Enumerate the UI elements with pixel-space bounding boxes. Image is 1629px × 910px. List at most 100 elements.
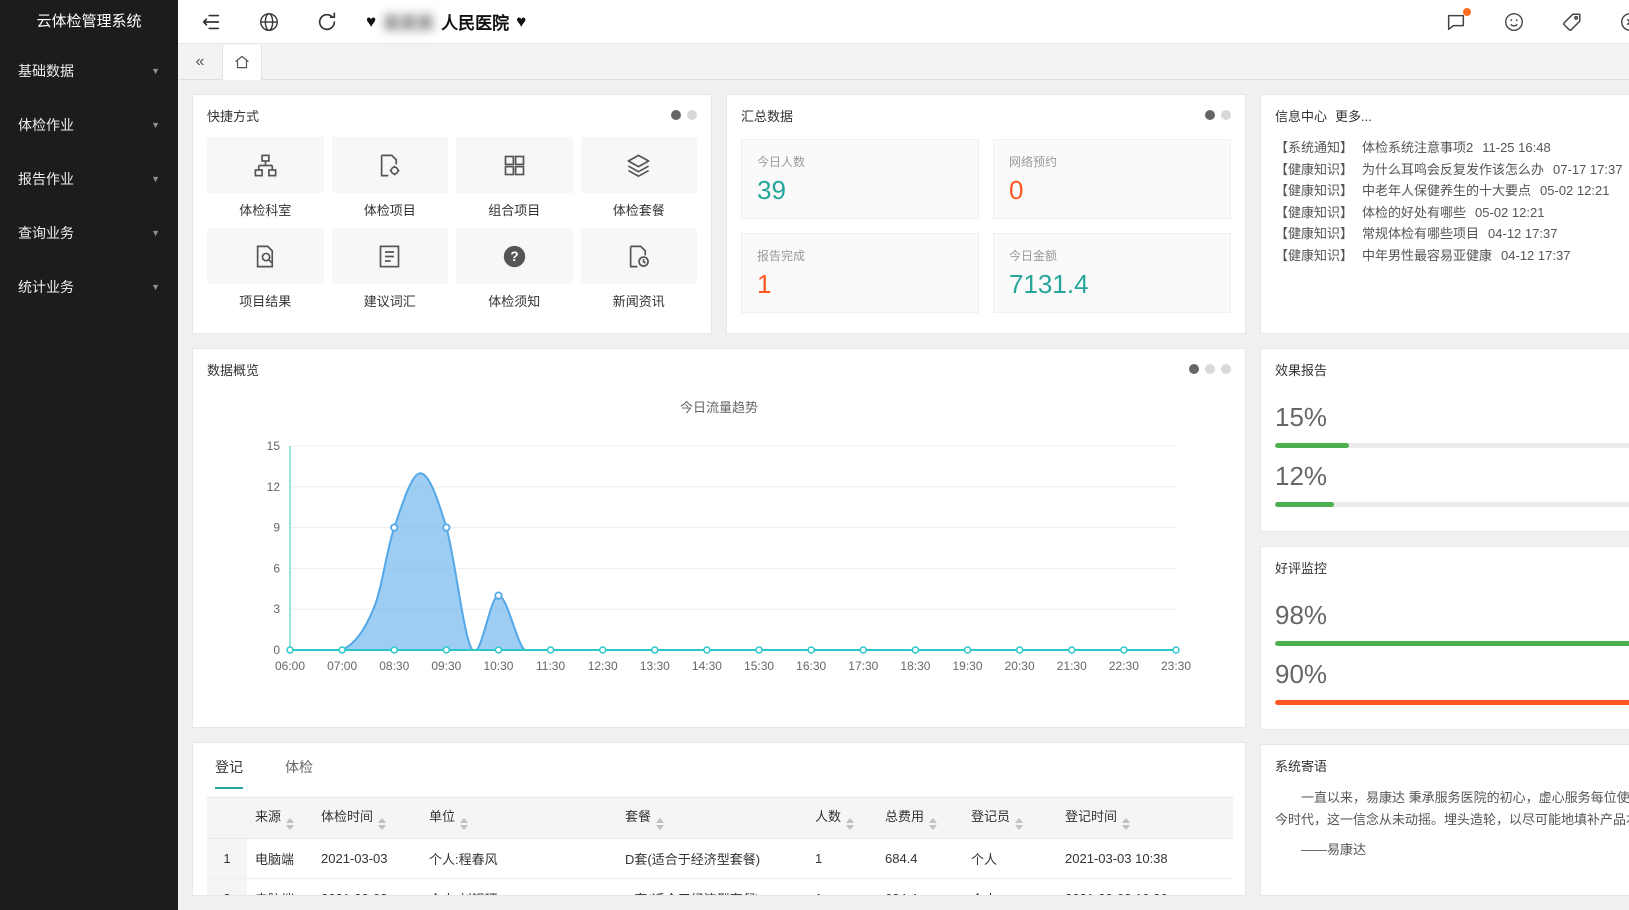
sort-icon[interactable]	[656, 818, 664, 830]
fold-menu-icon[interactable]	[200, 11, 222, 33]
column-label: 来源	[255, 809, 281, 824]
stat-value: 39	[757, 175, 963, 206]
table-header-reg-time[interactable]: 登记时间	[1057, 798, 1233, 839]
face-icon[interactable]	[1503, 11, 1525, 33]
progress-bar	[1275, 700, 1629, 705]
sidebar-item-report-work[interactable]: 报告作业 ▼	[0, 152, 178, 206]
info-item[interactable]: 【健康知识】 体检的好处有哪些 05-02 12:21	[1275, 202, 1629, 224]
table-row[interactable]: 2 电脑端 2021-03-03 个人:刘银环 D套(适合于经济型套餐) 1 6…	[207, 879, 1233, 897]
sidebar-item-basic-data[interactable]: 基础数据 ▼	[0, 44, 178, 98]
sort-icon[interactable]	[846, 818, 854, 830]
info-text: 中老年人保健养生的十大要点	[1362, 180, 1531, 202]
overview-panel-header: 数据概览	[193, 349, 1245, 389]
chevron-down-icon: ▼	[151, 228, 160, 238]
cell-reg-time: 2021-03-03 10:36	[1057, 879, 1233, 897]
info-item[interactable]: 【健康知识】 常规体检有哪些项目 04-12 17:37	[1275, 223, 1629, 245]
info-item[interactable]: 【健康知识】 中老年人保健养生的十大要点 05-02 12:21	[1275, 180, 1629, 202]
shortcut-news[interactable]: 新闻资讯	[581, 228, 698, 319]
table-header-index	[207, 798, 247, 839]
carousel-dot[interactable]	[1221, 364, 1231, 374]
message-icon[interactable]	[1445, 11, 1467, 33]
info-date: 05-02 12:21	[1475, 202, 1544, 224]
sort-icon[interactable]	[286, 818, 294, 830]
info-text: 常规体检有哪些项目	[1362, 223, 1479, 245]
carousel-dot[interactable]	[1205, 110, 1215, 120]
info-item[interactable]: 【健康知识】 中年男性最容易亚健康 04-12 17:37	[1275, 245, 1629, 267]
content-right-column: 信息中心 更多... 【系统通知】 体检系统注意事项2 11-25 16:48 …	[1260, 94, 1629, 896]
globe-icon[interactable]	[258, 11, 280, 33]
table-header-registrar[interactable]: 登记员	[963, 798, 1057, 839]
info-item[interactable]: 【系统通知】 体检系统注意事项2 11-25 16:48	[1275, 137, 1629, 159]
sort-icon[interactable]	[460, 818, 468, 830]
carousel-dot[interactable]	[1189, 364, 1199, 374]
info-item[interactable]: 【健康知识】 为什么耳鸣会反复发作该怎么办 07-17 17:37	[1275, 159, 1629, 181]
question-circle-icon: ?	[456, 228, 573, 284]
table-header-total-fee[interactable]: 总费用	[877, 798, 963, 839]
tab-home[interactable]	[222, 45, 262, 80]
tab-examination[interactable]: 体检	[285, 757, 313, 789]
info-tag: 【健康知识】	[1275, 223, 1353, 245]
sort-icon[interactable]	[929, 818, 937, 830]
info-text: 为什么耳鸣会反复发作该怎么办	[1362, 159, 1544, 181]
info-tag: 【健康知识】	[1275, 202, 1353, 224]
carousel-dot[interactable]	[1205, 364, 1215, 374]
shortcut-exam-package[interactable]: 体检套餐	[581, 137, 698, 228]
table-header-exam-time[interactable]: 体检时间	[313, 798, 421, 839]
shortcuts-panel: 快捷方式 体检科室	[192, 94, 712, 334]
shortcut-exam-notice[interactable]: ? 体检须知	[456, 228, 573, 319]
close-circle-icon[interactable]	[1619, 11, 1629, 33]
carousel-dots	[671, 110, 697, 120]
sort-icon[interactable]	[378, 818, 386, 830]
info-tag: 【健康知识】	[1275, 245, 1353, 267]
stat-value: 7131.4	[1009, 269, 1215, 300]
stat-today-people: 今日人数 39	[741, 139, 979, 219]
shortcut-label: 组合项目	[456, 200, 573, 219]
table-header-unit[interactable]: 单位	[421, 798, 617, 839]
sidebar-item-query[interactable]: 查询业务 ▼	[0, 206, 178, 260]
tag-icon[interactable]	[1561, 11, 1583, 33]
shortcut-exam-dept[interactable]: 体检科室	[207, 137, 324, 228]
table-header-package[interactable]: 套餐	[617, 798, 807, 839]
svg-text:18:30: 18:30	[900, 659, 930, 673]
svg-text:9: 9	[273, 521, 280, 535]
carousel-dot[interactable]	[671, 110, 681, 120]
panel-title: 快捷方式	[207, 106, 259, 125]
praise-monitor-panel: 好评监控 98% 90%	[1260, 546, 1629, 730]
table-header-source[interactable]: 来源	[247, 798, 313, 839]
tab-registration[interactable]: 登记	[215, 757, 243, 789]
shortcut-exam-item[interactable]: 体检项目	[332, 137, 449, 228]
carousel-dot[interactable]	[1221, 110, 1231, 120]
document-clock-icon	[581, 228, 698, 284]
sort-icon[interactable]	[1015, 818, 1023, 830]
shortcut-item-results[interactable]: 项目结果	[207, 228, 324, 319]
more-link[interactable]: 更多...	[1335, 106, 1372, 125]
svg-text:06:00: 06:00	[275, 659, 305, 673]
collapse-tabs-icon[interactable]: «	[190, 53, 210, 71]
stat-label: 网络预约	[1009, 153, 1215, 170]
effect-report-panel: 效果报告 15% 12%	[1260, 348, 1629, 532]
sidebar-menu: 基础数据 ▼ 体检作业 ▼ 报告作业 ▼ 查询业务 ▼ 统计业务 ▼	[0, 44, 178, 314]
chevron-down-icon: ▼	[151, 66, 160, 76]
refresh-icon[interactable]	[316, 11, 338, 33]
sidebar-item-statistics[interactable]: 统计业务 ▼	[0, 260, 178, 314]
stat-label: 今日金额	[1009, 247, 1215, 264]
sort-icon[interactable]	[1122, 818, 1130, 830]
table-header-count[interactable]: 人数	[807, 798, 877, 839]
column-label: 登记员	[971, 809, 1010, 824]
sidebar: 云体检管理系统 基础数据 ▼ 体检作业 ▼ 报告作业 ▼ 查询业务 ▼ 统计业务…	[0, 0, 178, 910]
sidebar-item-exam-work[interactable]: 体检作业 ▼	[0, 98, 178, 152]
carousel-dot[interactable]	[687, 110, 697, 120]
heart-icon: ♥	[516, 12, 526, 32]
svg-text:17:30: 17:30	[848, 659, 878, 673]
shortcut-combo-item[interactable]: 组合项目	[456, 137, 573, 228]
svg-text:12: 12	[267, 480, 281, 494]
svg-text:08:30: 08:30	[379, 659, 409, 673]
hospital-name-censored: 某某某	[383, 9, 434, 34]
progress-bar-fill	[1275, 502, 1334, 507]
svg-text:14:30: 14:30	[692, 659, 722, 673]
shortcut-suggestion-words[interactable]: 建议词汇	[332, 228, 449, 319]
table-row[interactable]: 1 电脑端 2021-03-03 个人:程春风 D套(适合于经济型套餐) 1 6…	[207, 839, 1233, 879]
column-label: 套餐	[625, 809, 651, 824]
progress-bar	[1275, 641, 1629, 646]
shortcut-label: 体检科室	[207, 200, 324, 219]
